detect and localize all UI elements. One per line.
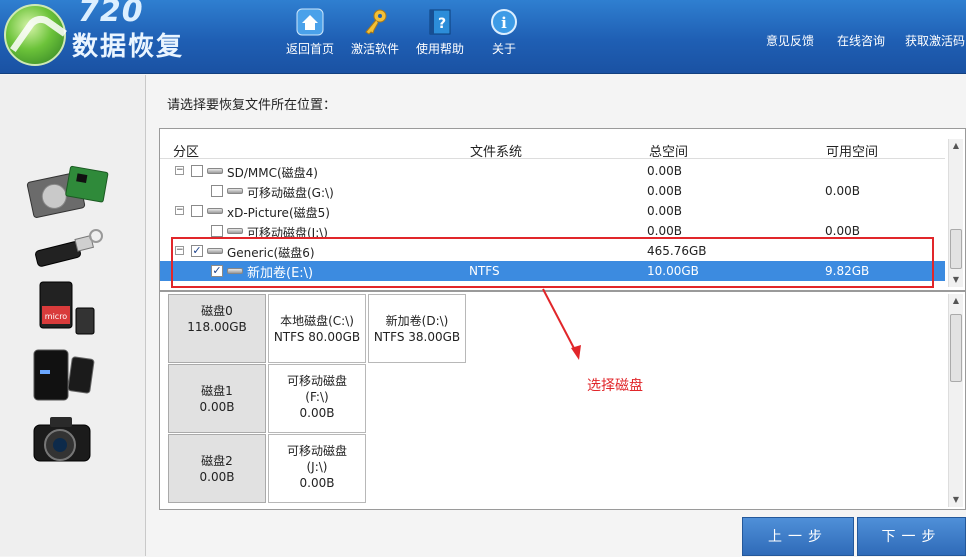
partition-name: xD-Picture(磁盘5) xyxy=(227,206,330,220)
partition-tile-name: 本地磁盘(C:\) xyxy=(280,314,354,328)
scrollbar-thumb[interactable] xyxy=(950,314,962,382)
disk-tile[interactable]: 磁盘2 0.00B xyxy=(168,434,266,503)
top-header: 720 数据恢复 返回首页 激活软件 ? 使用帮助 i 关于 意见反馈 在线咨询… xyxy=(0,0,966,74)
disk-name: 磁盘1 xyxy=(201,384,233,398)
partition-tile[interactable]: 新加卷(D:\) NTFS 38.00GB xyxy=(368,294,466,363)
partition-tile-info: NTFS 38.00GB xyxy=(373,330,461,344)
logo-text: 数据恢复 xyxy=(72,32,185,62)
scroll-up-icon[interactable]: ▲ xyxy=(951,141,961,151)
col-free-space[interactable]: 可用空间 xyxy=(826,141,878,160)
usb-drive-icon[interactable] xyxy=(26,222,110,284)
svg-text:?: ? xyxy=(438,16,446,32)
partition-total: 0.00B xyxy=(647,184,682,198)
disk-size: 0.00B xyxy=(199,400,235,414)
partition-tile-letter: (F:\) xyxy=(305,390,329,404)
info-icon: i xyxy=(491,9,517,35)
row-checkbox[interactable] xyxy=(191,205,203,217)
collapse-icon[interactable]: − xyxy=(175,206,184,215)
logo-number: 720 xyxy=(78,0,144,29)
drive-icon xyxy=(207,168,223,174)
svg-text:micro: micro xyxy=(45,312,68,321)
memory-card-icon[interactable]: micro xyxy=(26,280,110,342)
scroll-up-icon[interactable]: ▲ xyxy=(951,296,961,306)
logo-mark-icon xyxy=(4,4,66,66)
disk-size: 118.00GB xyxy=(187,320,247,334)
annotation-label: 选择磁盘 xyxy=(587,378,643,394)
partition-name: SD/MMC(磁盘4) xyxy=(227,166,318,180)
partition-free: 0.00B xyxy=(825,224,860,238)
partition-row[interactable]: − xD-Picture(磁盘5) 0.00B xyxy=(160,201,945,221)
nav-home-button[interactable]: 返回首页 xyxy=(279,8,341,57)
partition-tile-size: 0.00B xyxy=(299,406,335,420)
partition-total: 0.00B xyxy=(647,164,682,178)
location-prompt: 请选择要恢复文件所在位置： xyxy=(167,98,337,113)
col-partition[interactable]: 分区 xyxy=(173,141,199,160)
nav-about-label: 关于 xyxy=(491,42,516,56)
nav-about-button[interactable]: i 关于 xyxy=(473,8,535,57)
previous-step-button[interactable]: 上一步 xyxy=(742,517,854,556)
row-checkbox[interactable] xyxy=(191,165,203,177)
app-logo: 720 数据恢复 xyxy=(0,0,200,74)
col-total-space[interactable]: 总空间 xyxy=(649,141,688,160)
partition-row[interactable]: − SD/MMC(磁盘4) 0.00B xyxy=(160,161,945,181)
row-checkbox[interactable] xyxy=(211,185,223,197)
disk-name: 磁盘2 xyxy=(201,454,233,468)
drive-icon xyxy=(207,208,223,214)
device-sidebar: micro xyxy=(0,75,146,556)
online-consult-link[interactable]: 在线咨询 xyxy=(837,32,885,49)
hard-drive-icon[interactable] xyxy=(26,163,110,225)
selection-highlight-box xyxy=(171,237,934,288)
nav-help-label: 使用帮助 xyxy=(415,42,464,56)
partition-name: 可移动磁盘(G:\) xyxy=(247,186,334,200)
disk-map-scrollbar[interactable]: ▲ ▼ xyxy=(948,294,963,507)
partition-row[interactable]: 可移动磁盘(G:\) 0.00B 0.00B xyxy=(160,181,945,201)
annotation-arrow-icon xyxy=(542,288,581,360)
nav-activate-button[interactable]: 激活软件 xyxy=(344,8,406,57)
disk-tile[interactable]: 磁盘0 118.00GB xyxy=(168,294,266,363)
partition-tile[interactable]: 可移动磁盘 (F:\) 0.00B xyxy=(268,364,366,433)
col-filesystem[interactable]: 文件系统 xyxy=(470,141,522,160)
disk-size: 0.00B xyxy=(199,470,235,484)
next-step-button[interactable]: 下一步 xyxy=(857,517,966,556)
disk-name: 磁盘0 xyxy=(201,304,233,318)
nav-home-label: 返回首页 xyxy=(285,42,334,56)
camera-icon[interactable] xyxy=(26,411,110,473)
feedback-link[interactable]: 意见反馈 xyxy=(766,32,814,49)
nav-help-button[interactable]: ? 使用帮助 xyxy=(409,8,471,57)
scrollbar-thumb[interactable] xyxy=(950,229,962,269)
key-icon xyxy=(365,9,387,35)
partition-tile-name: 新加卷(D:\) xyxy=(385,314,449,328)
disk-tile[interactable]: 磁盘1 0.00B xyxy=(168,364,266,433)
partition-list-scrollbar[interactable]: ▲ ▼ xyxy=(948,139,963,287)
partition-tile-size: 0.00B xyxy=(299,476,335,490)
partition-total: 0.00B xyxy=(647,204,682,218)
collapse-icon[interactable]: − xyxy=(175,166,184,175)
partition-free: 0.00B xyxy=(825,184,860,198)
partition-tile-name: 可移动磁盘 xyxy=(286,374,347,388)
help-book-icon: ? xyxy=(429,9,451,35)
partition-tile[interactable]: 可移动磁盘 (J:\) 0.00B xyxy=(268,434,366,503)
get-activation-code-link[interactable]: 获取激活码 xyxy=(905,32,965,49)
scroll-down-icon[interactable]: ▼ xyxy=(951,275,961,285)
nav-activate-label: 激活软件 xyxy=(350,42,399,56)
partition-tile-info: NTFS 80.00GB xyxy=(273,330,361,344)
mobile-phone-icon[interactable] xyxy=(26,348,110,410)
partition-tile-letter: (J:\) xyxy=(306,460,328,474)
scroll-down-icon[interactable]: ▼ xyxy=(951,495,961,505)
home-icon xyxy=(296,8,324,36)
svg-text:i: i xyxy=(501,14,507,32)
partition-tile[interactable]: 本地磁盘(C:\) NTFS 80.00GB xyxy=(268,294,366,363)
partition-tile-name: 可移动磁盘 xyxy=(286,444,347,458)
partition-total: 0.00B xyxy=(647,224,682,238)
partition-list-header: 分区 文件系统 总空间 可用空间 xyxy=(160,139,945,160)
row-checkbox[interactable] xyxy=(211,225,223,237)
drive-icon xyxy=(227,228,243,234)
drive-icon xyxy=(227,188,243,194)
